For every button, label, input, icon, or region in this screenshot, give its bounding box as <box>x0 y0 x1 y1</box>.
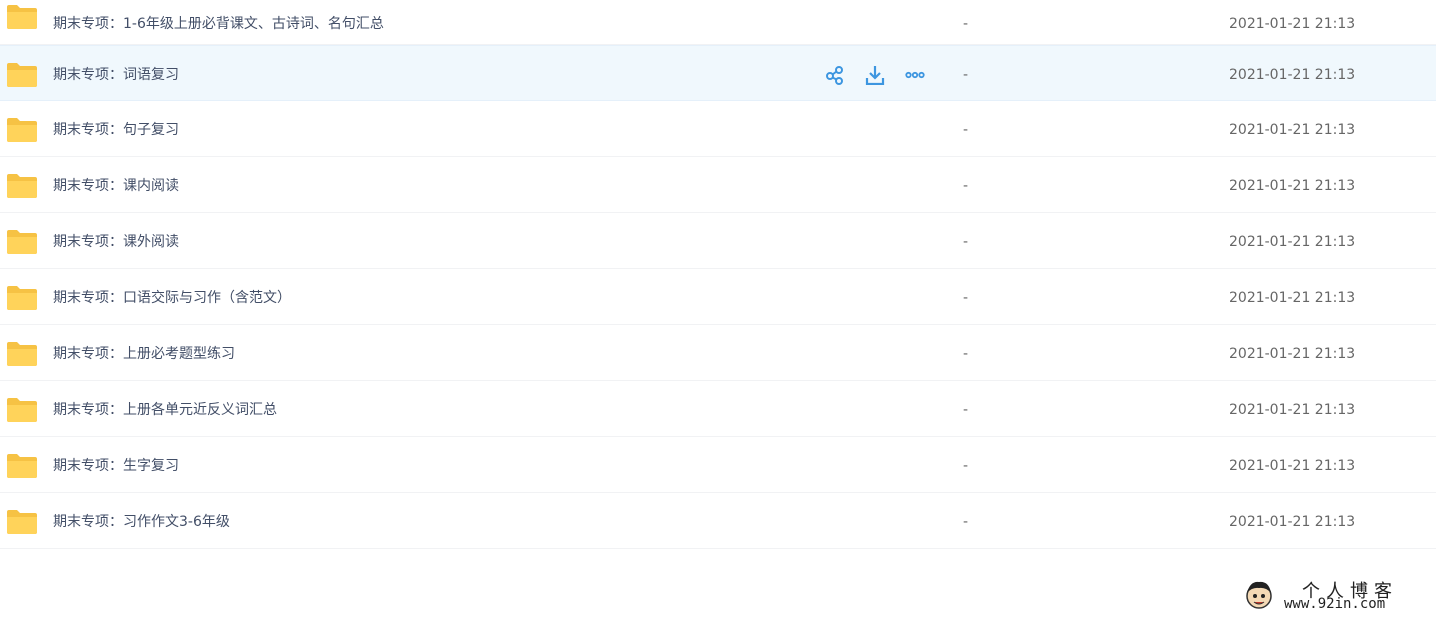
file-date: 2021-01-21 21:13 <box>1229 346 1356 362</box>
file-size: - <box>963 402 969 418</box>
file-date: 2021-01-21 21:13 <box>1229 122 1356 138</box>
file-date: 2021-01-21 21:13 <box>1229 67 1356 83</box>
file-size: - <box>963 234 969 250</box>
file-row[interactable]: 期末专项：句子复习 - 2021-01-21 21:13 <box>0 101 1436 157</box>
share-icon[interactable] <box>825 65 845 85</box>
file-name[interactable]: 期末专项：句子复习 <box>53 122 179 138</box>
file-name[interactable]: 期末专项：生字复习 <box>53 458 179 474</box>
file-row[interactable]: 期末专项：上册必考题型练习 - 2021-01-21 21:13 <box>0 325 1436 381</box>
folder-icon <box>7 174 37 198</box>
folder-icon <box>7 286 37 310</box>
file-row[interactable]: 期末专项：生字复习 - 2021-01-21 21:13 <box>0 437 1436 493</box>
file-size: - <box>963 514 969 530</box>
folder-icon <box>7 510 37 534</box>
mascot-icon <box>1246 581 1272 609</box>
watermark: 个人博客 www.92in.com <box>1240 577 1430 613</box>
file-name[interactable]: 期末专项：1-6年级上册必背课文、古诗词、名句汇总 <box>53 16 384 32</box>
file-name[interactable]: 期末专项：上册必考题型练习 <box>53 346 235 362</box>
file-date: 2021-01-21 21:13 <box>1229 290 1356 306</box>
file-row[interactable]: 期末专项：课外阅读 - 2021-01-21 21:13 <box>0 213 1436 269</box>
download-icon[interactable] <box>865 65 885 85</box>
folder-icon <box>7 398 37 422</box>
file-name[interactable]: 期末专项：习作作文3-6年级 <box>53 514 230 530</box>
folder-icon <box>7 342 37 366</box>
folder-icon <box>7 230 37 254</box>
file-size: - <box>963 67 969 83</box>
file-date: 2021-01-21 21:13 <box>1229 402 1356 418</box>
file-row[interactable]: 期末专项：上册各单元近反义词汇总 - 2021-01-21 21:13 <box>0 381 1436 437</box>
file-size: - <box>963 290 969 306</box>
file-size: - <box>963 16 969 32</box>
file-date: 2021-01-21 21:13 <box>1229 514 1356 530</box>
file-list: 期末专项：1-6年级上册必背课文、古诗词、名句汇总 - 2021-01-21 2… <box>0 0 1436 549</box>
file-size: - <box>963 346 969 362</box>
file-date: 2021-01-21 21:13 <box>1229 16 1356 32</box>
file-name[interactable]: 期末专项：课外阅读 <box>53 234 179 250</box>
file-date: 2021-01-21 21:13 <box>1229 178 1356 194</box>
watermark-url: www.92in.com <box>1284 596 1386 612</box>
file-row[interactable]: 期末专项：词语复习 - 2021-01-21 21:13 <box>0 45 1436 101</box>
folder-icon <box>7 63 37 87</box>
file-date: 2021-01-21 21:13 <box>1229 458 1356 474</box>
file-name[interactable]: 期末专项：课内阅读 <box>53 178 179 194</box>
folder-icon <box>7 118 37 142</box>
file-name[interactable]: 期末专项：口语交际与习作（含范文） <box>53 290 291 306</box>
folder-icon <box>7 5 37 29</box>
row-actions <box>825 65 925 85</box>
file-size: - <box>963 122 969 138</box>
file-size: - <box>963 458 969 474</box>
file-date: 2021-01-21 21:13 <box>1229 234 1356 250</box>
folder-icon <box>7 454 37 478</box>
file-row[interactable]: 期末专项：习作作文3-6年级 - 2021-01-21 21:13 <box>0 493 1436 549</box>
file-row[interactable]: 期末专项：口语交际与习作（含范文） - 2021-01-21 21:13 <box>0 269 1436 325</box>
file-name[interactable]: 期末专项：词语复习 <box>53 67 179 83</box>
file-row[interactable]: 期末专项：1-6年级上册必背课文、古诗词、名句汇总 - 2021-01-21 2… <box>0 0 1436 45</box>
file-name[interactable]: 期末专项：上册各单元近反义词汇总 <box>53 402 277 418</box>
file-size: - <box>963 178 969 194</box>
file-row[interactable]: 期末专项：课内阅读 - 2021-01-21 21:13 <box>0 157 1436 213</box>
more-icon[interactable] <box>905 65 925 85</box>
